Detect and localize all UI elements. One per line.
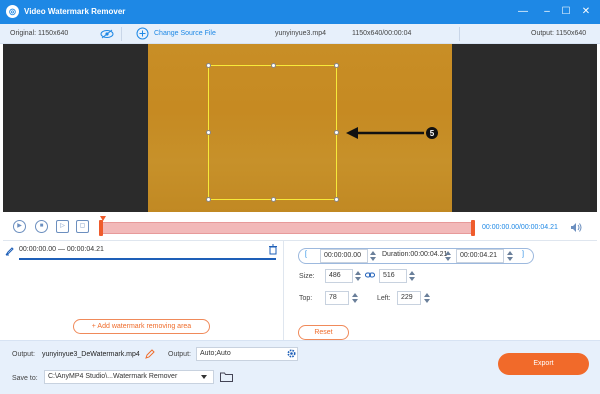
bracket-end-icon[interactable]: ] bbox=[522, 251, 524, 258]
start-time-field[interactable]: 00:00:00.00 bbox=[320, 249, 368, 263]
current-total-time: 00:00:00.00/00:00:04.21 bbox=[482, 224, 558, 231]
timeline-track[interactable] bbox=[100, 222, 474, 234]
link-aspect-icon[interactable] bbox=[365, 271, 375, 281]
maximize-button[interactable]: ☐ bbox=[558, 4, 574, 20]
size-label: Size: bbox=[299, 273, 315, 280]
stop-icon[interactable]: ■ bbox=[35, 220, 48, 233]
height-field[interactable]: 516 bbox=[379, 269, 407, 283]
next-frame-icon[interactable]: ▷ bbox=[56, 220, 69, 233]
save-path-select[interactable]: C:\AnyMP4 Studio\...Watermark Remover bbox=[44, 370, 214, 384]
gear-icon[interactable] bbox=[286, 348, 297, 361]
trash-icon[interactable] bbox=[268, 244, 278, 257]
clip-pen-icon bbox=[5, 246, 15, 258]
left-field[interactable]: 229 bbox=[397, 291, 421, 305]
close-button[interactable]: ✕ bbox=[578, 4, 594, 20]
export-button[interactable]: Export bbox=[498, 353, 589, 375]
duration-stepper[interactable] bbox=[444, 249, 451, 263]
output-filename: yunyinyue3_DeWatermark.mp4 bbox=[42, 351, 140, 358]
playhead[interactable] bbox=[100, 216, 106, 221]
output-name-label: Output: bbox=[12, 351, 35, 358]
change-source-file-link[interactable]: Change Source File bbox=[154, 30, 216, 37]
bracket-start-icon[interactable]: [ bbox=[305, 251, 307, 258]
resize-handle[interactable] bbox=[206, 63, 211, 68]
left-label: Left: bbox=[377, 295, 391, 302]
minimize-button[interactable]: – bbox=[539, 4, 555, 20]
add-circle-icon[interactable] bbox=[136, 27, 149, 42]
width-stepper[interactable] bbox=[354, 269, 361, 283]
watermark-selection-box[interactable] bbox=[208, 65, 337, 200]
reset-button[interactable]: Reset bbox=[298, 325, 349, 340]
end-time-field[interactable]: 00:00:04.21 bbox=[456, 249, 504, 263]
resize-handle[interactable] bbox=[206, 130, 211, 135]
folder-icon[interactable] bbox=[220, 371, 233, 384]
timeline-start-handle[interactable] bbox=[99, 220, 103, 236]
save-to-label: Save to: bbox=[12, 375, 38, 382]
resize-handle[interactable] bbox=[334, 130, 339, 135]
source-resolution-duration: 1150x640/00:00:04 bbox=[352, 30, 412, 37]
output-format-label: Output: bbox=[168, 351, 191, 358]
top-label: Top: bbox=[299, 295, 313, 302]
segment-start: 00:00:00.00 bbox=[19, 246, 56, 253]
edit-pencil-icon[interactable] bbox=[145, 349, 155, 361]
info-bar: Original: 1150x640 Change Source File yu… bbox=[0, 24, 600, 44]
volume-icon[interactable] bbox=[570, 222, 582, 235]
width-field[interactable]: 486 bbox=[325, 269, 353, 283]
eye-visibility-icon[interactable] bbox=[100, 29, 114, 41]
resize-handle[interactable] bbox=[271, 63, 276, 68]
resize-handle[interactable] bbox=[206, 197, 211, 202]
original-resolution: Original: 1150x640 bbox=[10, 30, 69, 37]
resize-handle[interactable] bbox=[334, 63, 339, 68]
left-stepper[interactable] bbox=[423, 291, 430, 305]
app-logo-icon: ◎ bbox=[6, 5, 19, 18]
segment-end: 00:00:04.21 bbox=[66, 246, 104, 253]
svg-text:5: 5 bbox=[430, 129, 435, 138]
timeline-end-handle[interactable] bbox=[471, 220, 475, 236]
end-time-stepper[interactable] bbox=[506, 249, 513, 263]
divider bbox=[459, 27, 460, 41]
source-filename: yunyinyue3.mp4 bbox=[275, 30, 326, 37]
height-stepper[interactable] bbox=[408, 269, 415, 283]
title-bar: ◎ Video Watermark Remover — – ☐ ✕ bbox=[0, 0, 600, 24]
output-resolution: Output: 1150x640 bbox=[531, 30, 587, 37]
output-format-select[interactable]: Auto;Auto bbox=[196, 347, 298, 361]
start-time-stepper[interactable] bbox=[369, 249, 376, 263]
segment-bar[interactable] bbox=[19, 258, 276, 260]
segment-dash: — bbox=[57, 246, 65, 253]
minimize-icon[interactable]: — bbox=[515, 4, 531, 20]
resize-handle[interactable] bbox=[334, 197, 339, 202]
add-watermark-area-button[interactable]: + Add watermark removing area bbox=[73, 319, 210, 334]
duration-field[interactable]: Duration:00:00:04.21 bbox=[379, 249, 451, 263]
annotation-arrow-icon: 5 bbox=[346, 124, 442, 144]
top-field[interactable]: 78 bbox=[325, 291, 349, 305]
divider bbox=[121, 27, 122, 41]
full-screen-icon[interactable]: ▢ bbox=[76, 220, 89, 233]
play-icon[interactable]: ▶ bbox=[13, 220, 26, 233]
top-stepper[interactable] bbox=[351, 291, 358, 305]
chevron-down-icon[interactable] bbox=[201, 375, 207, 379]
resize-handle[interactable] bbox=[271, 197, 276, 202]
window-title: Video Watermark Remover bbox=[24, 7, 126, 16]
segment-time-range: 00:00:00.00 — 00:00:04.21 bbox=[19, 246, 104, 253]
